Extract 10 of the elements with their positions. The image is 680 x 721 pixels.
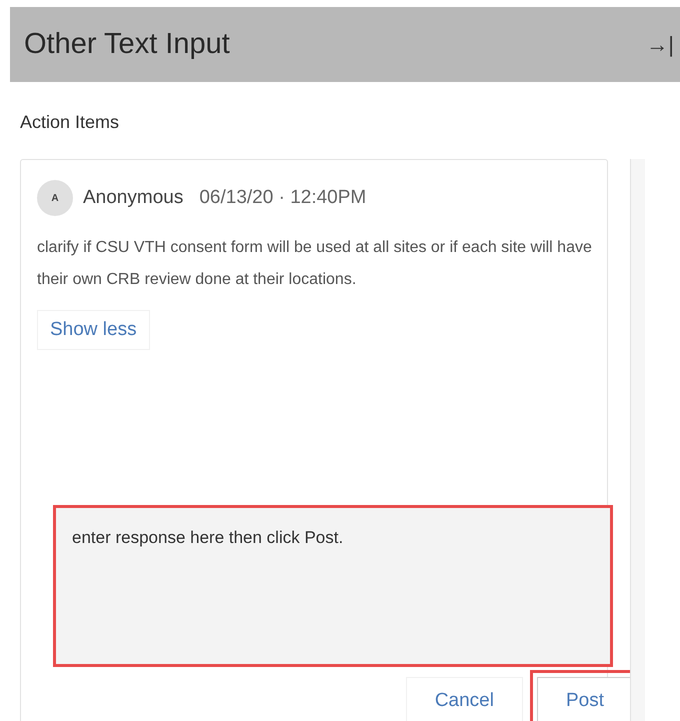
- comment-text: clarify if CSU VTH consent form will be used at all sites or if each site will have their own CRB review done at their locations.: [37, 238, 593, 290]
- author-name: Anonymous: [83, 187, 184, 209]
- collapse-icon[interactable]: →|: [646, 32, 674, 58]
- section-title: Action Items: [20, 112, 120, 133]
- timestamp: 06/13/20 · 12:40PM: [199, 187, 366, 209]
- show-less-button[interactable]: Show less: [37, 310, 150, 350]
- cancel-button[interactable]: Cancel: [406, 677, 523, 721]
- avatar: A: [37, 180, 73, 216]
- response-field[interactable]: enter response here then click Post.: [53, 505, 613, 667]
- panel-title: Other Text Input: [24, 28, 230, 61]
